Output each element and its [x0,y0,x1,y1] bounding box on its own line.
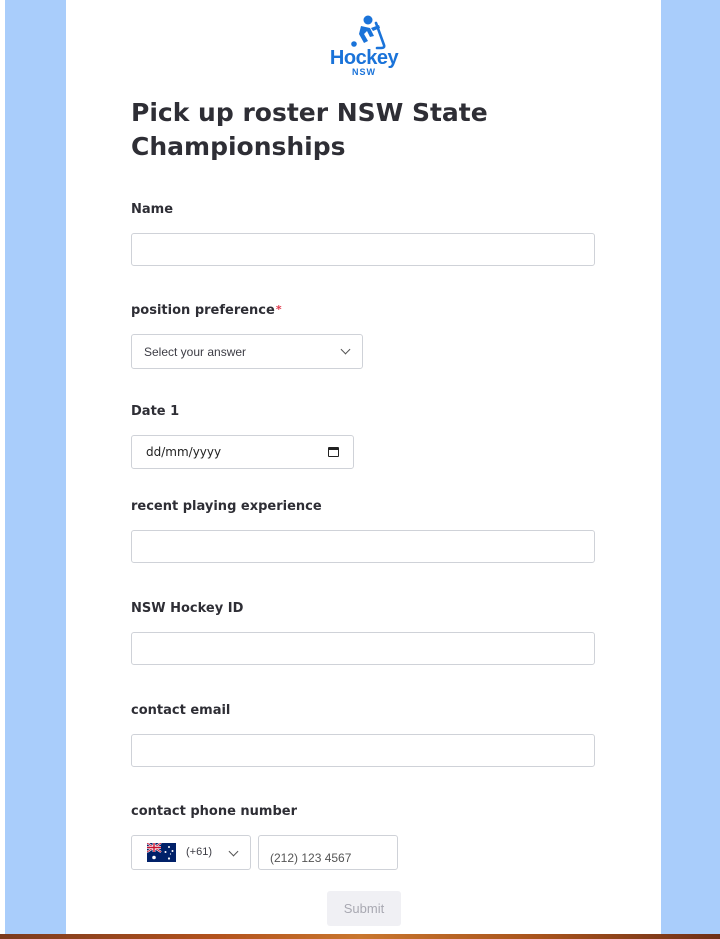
chevron-down-icon [340,344,351,355]
background-left-panel [5,0,66,936]
form-card: Hockey NSW Pick up roster NSW State Cham… [66,0,661,934]
date1-value: dd/mm/yyyy [146,445,222,459]
hockey-id-input[interactable] [131,632,595,665]
hockey-player-icon [351,15,386,50]
background-right-panel [661,0,720,936]
background-bottom-strip [0,934,720,939]
name-input[interactable] [131,233,595,266]
email-input[interactable] [131,734,595,767]
logo-wordmark: Hockey [329,47,399,69]
required-marker: * [275,303,282,316]
chevron-down-icon [228,846,239,857]
phone-input[interactable] [258,835,398,870]
australia-flag-icon [147,843,176,862]
phone-label: contact phone number [131,804,298,819]
email-label: contact email [131,703,231,718]
experience-label: recent playing experience [131,499,322,514]
experience-input[interactable] [131,530,595,563]
date1-input[interactable]: dd/mm/yyyy [131,435,354,469]
position-label: position preference* [131,303,282,318]
date1-label: Date 1 [131,404,180,419]
position-label-text: position preference [131,303,275,318]
hockey-id-label: NSW Hockey ID [131,601,244,616]
calendar-icon[interactable] [328,447,339,457]
page-title: Pick up roster NSW State Championships [131,98,488,161]
position-select[interactable]: Select your answer [131,334,363,369]
logo-subtext: NSW [352,67,376,77]
country-dial-code: (+61) [186,846,212,858]
submit-button[interactable]: Submit [327,891,401,926]
name-label: Name [131,202,174,217]
country-code-select[interactable]: (+61) [131,835,251,870]
hockey-nsw-logo: Hockey NSW [324,14,404,77]
position-select-value: Select your answer [144,345,247,359]
